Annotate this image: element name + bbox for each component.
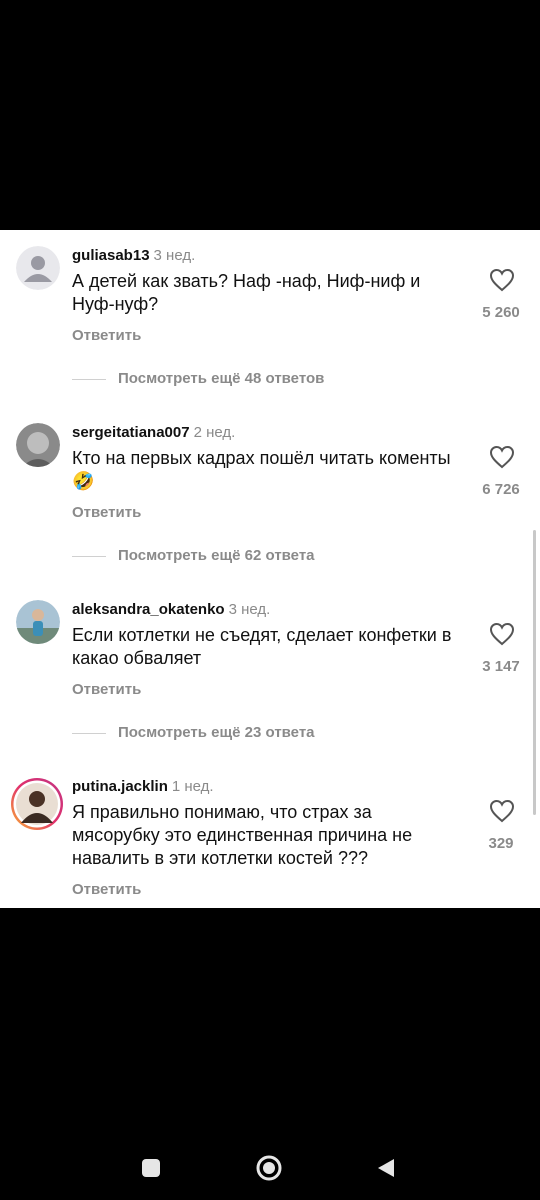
view-more-label: Посмотреть ещё 48 ответов bbox=[118, 370, 325, 387]
view-more-replies[interactable]: Посмотреть ещё 62 ответа bbox=[72, 547, 315, 564]
heart-icon[interactable] bbox=[489, 622, 515, 646]
like-count: 329 bbox=[488, 835, 514, 852]
like-count: 6 726 bbox=[482, 481, 520, 498]
recent-apps-icon[interactable] bbox=[141, 1158, 161, 1183]
comments-panel: guliasab13 3 нед. А детей как звать? Наф … bbox=[0, 230, 540, 908]
comment-text: Я правильно понимаю, что страх за мясору… bbox=[72, 802, 413, 868]
view-more-label: Посмотреть ещё 23 ответа bbox=[118, 724, 315, 741]
comment-meta: putina.jacklin 1 нед. bbox=[72, 777, 214, 797]
heart-icon[interactable] bbox=[489, 799, 515, 823]
reply-button[interactable]: Ответить bbox=[72, 681, 141, 698]
view-more-replies[interactable]: Посмотреть ещё 23 ответа bbox=[72, 724, 315, 741]
username[interactable]: aleksandra_okatenko bbox=[72, 601, 225, 618]
reply-button[interactable]: Ответить bbox=[72, 327, 141, 344]
timestamp: 3 нед. bbox=[228, 601, 271, 618]
comment-meta: sergeitatiana007 2 нед. bbox=[72, 423, 235, 443]
like-count: 3 147 bbox=[482, 658, 520, 675]
comment-text: А детей как звать? Наф -наф, Ниф-ниф и Н… bbox=[72, 271, 421, 314]
reply-button[interactable]: Ответить bbox=[72, 504, 141, 521]
reply-button[interactable]: Ответить bbox=[72, 881, 141, 898]
comment-meta: guliasab13 3 нед. bbox=[72, 246, 195, 266]
comment-meta: aleksandra_okatenko 3 нед. bbox=[72, 600, 270, 620]
heart-icon[interactable] bbox=[489, 268, 515, 292]
heart-icon[interactable] bbox=[489, 445, 515, 469]
photo-avatar[interactable] bbox=[16, 600, 60, 644]
comment-text: Если котлетки не съедят, сделает конфетк… bbox=[72, 625, 452, 668]
view-more-label: Посмотреть ещё 62 ответа bbox=[118, 547, 315, 564]
back-icon[interactable] bbox=[376, 1158, 396, 1183]
timestamp: 2 нед. bbox=[193, 424, 236, 441]
username[interactable]: sergeitatiana007 bbox=[72, 424, 190, 441]
scrollbar[interactable] bbox=[533, 530, 536, 815]
like-count: 5 260 bbox=[482, 304, 520, 321]
default-avatar-icon[interactable] bbox=[16, 246, 60, 290]
divider bbox=[72, 378, 106, 380]
divider bbox=[72, 555, 106, 557]
system-navigation-bar bbox=[0, 1130, 540, 1200]
divider bbox=[72, 732, 106, 734]
home-icon[interactable] bbox=[256, 1155, 282, 1186]
timestamp: 1 нед. bbox=[171, 778, 214, 795]
comment-text: Кто на первых кадрах пошёл читать комент… bbox=[72, 448, 451, 491]
story-ring-avatar[interactable] bbox=[10, 777, 64, 831]
view-more-replies[interactable]: Посмотреть ещё 48 ответов bbox=[72, 370, 324, 387]
timestamp: 3 нед. bbox=[153, 247, 196, 264]
photo-avatar[interactable] bbox=[16, 423, 60, 467]
username[interactable]: putina.jacklin bbox=[72, 778, 168, 795]
username[interactable]: guliasab13 bbox=[72, 247, 150, 264]
